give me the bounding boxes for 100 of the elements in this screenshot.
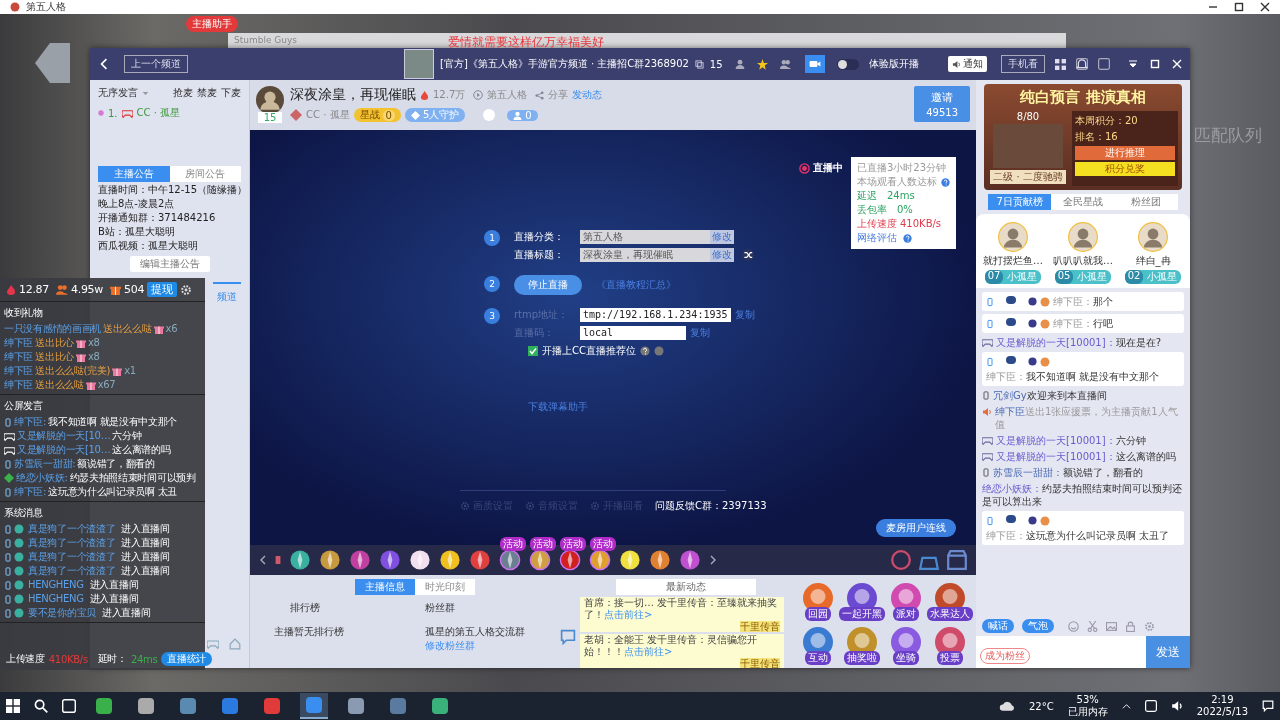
channel-tab[interactable]: 频道 bbox=[213, 282, 241, 304]
rank-tab[interactable]: 7日贡献榜 bbox=[988, 194, 1052, 210]
feed-link[interactable]: 点击前往> bbox=[604, 609, 653, 620]
phone-icon bbox=[4, 416, 12, 428]
camera-button[interactable] bbox=[804, 55, 825, 73]
toggle-switch[interactable] bbox=[836, 58, 859, 70]
app-icon bbox=[96, 698, 112, 714]
copy-link[interactable]: 复制 bbox=[690, 326, 710, 340]
play-icon bbox=[473, 90, 484, 100]
notice-tab[interactable]: 主播公告 bbox=[98, 166, 170, 182]
mic-action[interactable]: 抢麦 bbox=[173, 86, 193, 100]
mic-mode-dropdown[interactable]: 无序发言 bbox=[98, 86, 149, 100]
gamepad-icon bbox=[207, 638, 219, 650]
phone-icon bbox=[986, 357, 994, 367]
star-icon bbox=[756, 58, 768, 70]
send-button[interactable]: 发送 bbox=[1146, 636, 1190, 668]
search-icon[interactable] bbox=[34, 699, 48, 713]
caret-icon[interactable] bbox=[1121, 701, 1131, 711]
notify-button[interactable]: 通知 bbox=[948, 56, 987, 72]
fan-name: 叭叭叭就我… bbox=[1053, 254, 1113, 268]
mic-action[interactable]: 禁麦 bbox=[197, 86, 217, 100]
deduce-button[interactable]: 进行推理 bbox=[1075, 146, 1175, 160]
stats-button[interactable]: 直播统计 bbox=[161, 652, 213, 666]
caret-icon bbox=[142, 89, 149, 97]
text-field[interactable]: local bbox=[580, 326, 686, 340]
network-assess-link[interactable]: 网络评估 bbox=[857, 231, 897, 245]
prev-channel-button[interactable]: 上一个频道 bbox=[124, 55, 188, 73]
activity-button[interactable]: 派对 bbox=[885, 583, 927, 625]
chat-name: 苏雪辰一甜甜: bbox=[14, 457, 76, 471]
grid-icon[interactable] bbox=[1055, 58, 1066, 70]
post-link[interactable]: 发动态 bbox=[572, 88, 603, 102]
activity-button[interactable]: 抽奖啦 bbox=[841, 627, 883, 668]
feed-text: 老胡：全能王 发千里传音：灵信骗您开始！！！点击前往> bbox=[584, 634, 759, 658]
mode-button[interactable]: 气泡 bbox=[1022, 619, 1054, 633]
text-field[interactable]: tmp://192.168.1.234:1935 bbox=[580, 308, 731, 322]
avatar-icon bbox=[1068, 222, 1098, 252]
phone-icon bbox=[986, 516, 994, 526]
mode-button[interactable]: 喊话 bbox=[982, 619, 1014, 633]
chat-name: 绅下臣: bbox=[14, 485, 47, 499]
phone-icon bbox=[986, 319, 994, 329]
chat-icon[interactable] bbox=[560, 629, 576, 645]
settings-icon[interactable] bbox=[179, 283, 192, 296]
gamepad-icon bbox=[4, 430, 15, 442]
stop-live-button[interactable]: 停止直播 bbox=[514, 275, 582, 295]
modify-button[interactable]: 修改 bbox=[710, 230, 734, 244]
mic-action[interactable]: 下麦 bbox=[221, 86, 241, 100]
notice-tab[interactable]: 房间公告 bbox=[169, 166, 241, 182]
activity-button[interactable]: 投票 bbox=[929, 627, 971, 668]
share-icon bbox=[535, 90, 545, 100]
next-icon[interactable] bbox=[708, 554, 718, 566]
people-icon bbox=[56, 283, 68, 296]
delay-label: 延时： bbox=[97, 652, 127, 666]
prev-icon[interactable] bbox=[258, 554, 268, 566]
rank-tab[interactable]: 全民星战 bbox=[1051, 194, 1115, 210]
download-link[interactable]: 下载弹幕助手 bbox=[250, 360, 799, 490]
fan-name: 绊白_冉 bbox=[1135, 254, 1171, 268]
rank-text: 排名：16 bbox=[1075, 130, 1119, 144]
start-icon[interactable] bbox=[6, 699, 20, 713]
activity-button[interactable]: 一起开黑 bbox=[841, 583, 883, 625]
activity-button[interactable]: 水果达人 bbox=[929, 583, 971, 625]
redeem-button[interactable]: 积分兑奖 bbox=[1075, 162, 1175, 176]
feed-link[interactable]: 点击前往> bbox=[624, 646, 673, 657]
edit-notice-button[interactable]: 编辑主播公告 bbox=[129, 256, 210, 272]
bell-icon[interactable] bbox=[1076, 58, 1088, 70]
mobile-view-button[interactable]: 手机看 bbox=[1001, 55, 1045, 73]
taskbar-app[interactable] bbox=[300, 693, 328, 719]
text-field[interactable]: 第五人格 bbox=[580, 230, 710, 244]
activity-button[interactable]: 互动 bbox=[797, 627, 839, 668]
copy-link[interactable]: 复制 bbox=[734, 308, 755, 322]
invite-button[interactable]: 邀请 49513 bbox=[914, 86, 970, 122]
dropdown-icon[interactable] bbox=[1128, 59, 1138, 69]
modify-button[interactable]: 修改 bbox=[710, 248, 734, 262]
checkbox[interactable] bbox=[528, 346, 538, 356]
coin-icon[interactable] bbox=[890, 549, 912, 571]
notification-icon[interactable] bbox=[1262, 700, 1274, 712]
info-tab[interactable]: 主播信息 bbox=[355, 579, 415, 595]
connect-button[interactable]: 麦房用户连线 bbox=[876, 519, 956, 537]
system-text: 进入直播间 bbox=[121, 536, 170, 550]
share-link[interactable]: 分享 bbox=[548, 88, 569, 102]
chat-message: 绝恋小妖妖：约瑟夫拍照结束时间可以预判还是可以算出来 bbox=[982, 482, 1183, 508]
maximize-icon[interactable] bbox=[1234, 2, 1244, 12]
rank-tab[interactable]: 粉丝团 bbox=[1114, 194, 1178, 210]
close-icon[interactable] bbox=[1260, 2, 1270, 12]
back-icon[interactable] bbox=[98, 58, 110, 70]
shop-icon[interactable] bbox=[946, 549, 968, 571]
section-title: 公屏发言 bbox=[4, 399, 44, 413]
chat-message: 绅下臣：行吧 bbox=[1053, 317, 1113, 330]
shuffle-icon[interactable] bbox=[742, 249, 754, 261]
app-icon bbox=[222, 698, 238, 714]
volume-icon[interactable] bbox=[1170, 700, 1183, 712]
avatar-icon bbox=[256, 86, 284, 114]
tutorial-link[interactable]: 《直播教程汇总》 bbox=[596, 278, 676, 292]
field-label: 直播标题： bbox=[514, 248, 565, 262]
activity-button[interactable]: 坐骑 bbox=[885, 627, 927, 668]
withdraw-button[interactable]: 提现 bbox=[147, 282, 177, 297]
activity-button[interactable]: 回园 bbox=[797, 583, 839, 625]
task-view-icon[interactable] bbox=[62, 699, 76, 713]
edit-group-link[interactable]: 修改粉丝群 bbox=[425, 639, 560, 653]
text-field[interactable]: 深夜涂皇，再现催眠 bbox=[580, 248, 710, 262]
info-tab[interactable]: 时光印刻 bbox=[415, 579, 475, 595]
